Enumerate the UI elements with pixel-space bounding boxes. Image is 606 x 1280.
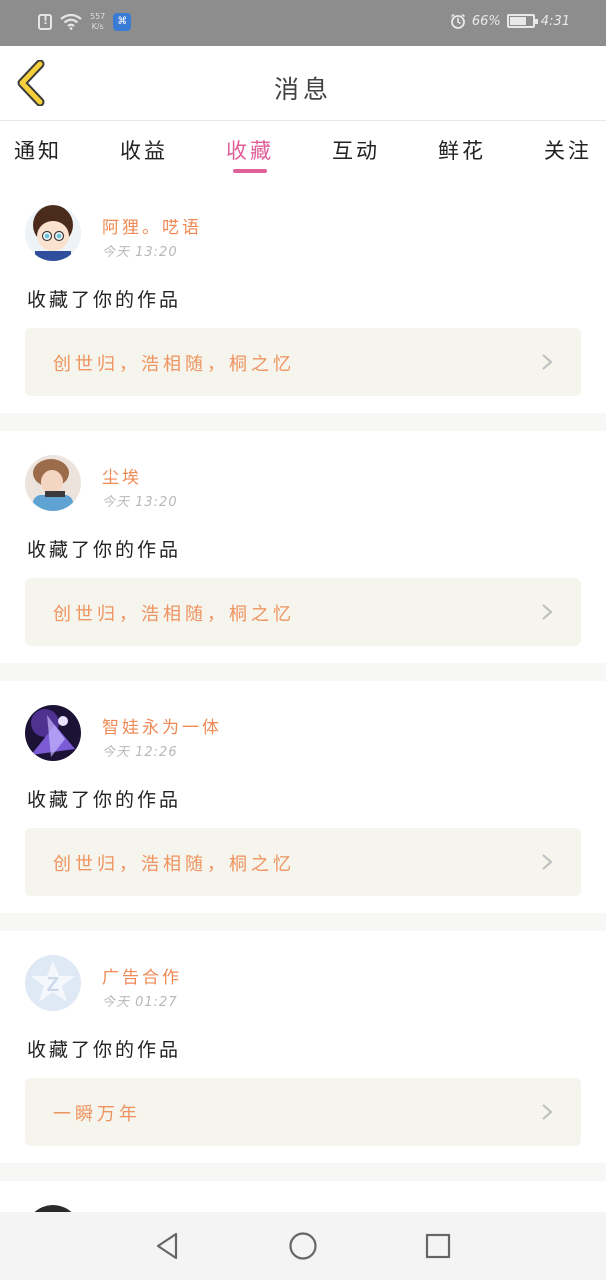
speed-value: 557 <box>90 12 106 21</box>
timestamp: 今天 12:26 <box>102 745 178 760</box>
action-text: 收藏了你的作品 <box>27 789 182 811</box>
work-title: 创世归，浩相随，桐之忆 <box>53 604 295 625</box>
work-title: 一瞬万年 <box>53 1104 141 1125</box>
battery-percent: 66% <box>471 13 501 29</box>
tab-interaction[interactable]: 互动 <box>332 121 380 181</box>
timestamp: 今天 01:27 <box>102 995 178 1010</box>
list-item: 阿狸。呓语 今天 13:20 收藏了你的作品 创世归，浩相随，桐之忆 <box>0 181 606 413</box>
work-link[interactable]: 创世归，浩相随，桐之忆 <box>25 328 581 396</box>
username[interactable]: 广告合作 <box>102 963 182 988</box>
clock-time: 4:31 <box>540 13 570 29</box>
tab-follow[interactable]: 关注 <box>544 121 592 181</box>
avatar[interactable] <box>25 705 81 761</box>
network-speed: 557 K/s <box>90 12 105 32</box>
app-notification-icon: ⌘ <box>113 13 132 31</box>
status-left: 557 K/s ⌘ <box>38 12 132 32</box>
action-text: 收藏了你的作品 <box>27 1039 182 1061</box>
chevron-right-icon <box>542 354 553 370</box>
username[interactable]: 尘埃 <box>102 463 142 488</box>
chevron-right-icon <box>542 854 553 870</box>
chevron-right-icon <box>542 604 553 620</box>
avatar[interactable] <box>25 205 81 261</box>
tab-notice[interactable]: 通知 <box>14 121 62 181</box>
svg-text:Z: Z <box>47 974 59 996</box>
battery-icon <box>506 14 538 28</box>
username[interactable]: 阿狸。呓语 <box>102 213 202 238</box>
timestamp: 今天 13:20 <box>102 495 178 510</box>
work-link[interactable]: 创世归，浩相随，桐之忆 <box>25 578 581 646</box>
status-right: 66% 4:31 <box>450 13 570 29</box>
square-recents-icon[interactable] <box>422 1230 454 1262</box>
alert-icon <box>38 14 52 30</box>
speed-unit: K/s <box>91 22 104 31</box>
action-text: 收藏了你的作品 <box>27 539 182 561</box>
work-link[interactable]: 创世归，浩相随，桐之忆 <box>25 828 581 896</box>
list-item: Z 广告合作 今天 01:27 收藏了你的作品 一瞬万年 <box>0 931 606 1163</box>
alarm-icon <box>450 13 465 29</box>
action-text: 收藏了你的作品 <box>27 289 182 311</box>
chevron-right-icon <box>542 1104 553 1120</box>
avatar[interactable] <box>25 455 81 511</box>
wifi-icon <box>60 14 82 30</box>
username[interactable]: 智娃永为一体 <box>102 713 222 738</box>
circle-home-icon[interactable] <box>287 1230 319 1262</box>
work-title: 创世归，浩相随，桐之忆 <box>53 354 295 375</box>
tab-earnings[interactable]: 收益 <box>120 121 168 181</box>
header: 消息 <box>0 46 606 121</box>
tab-flowers[interactable]: 鲜花 <box>438 121 486 181</box>
avatar[interactable]: Z <box>25 955 81 1011</box>
notification-list: 阿狸。呓语 今天 13:20 收藏了你的作品 创世归，浩相随，桐之忆 尘埃 今天… <box>0 181 606 1261</box>
system-nav-bar <box>0 1212 606 1280</box>
triangle-back-icon[interactable] <box>152 1230 184 1262</box>
work-link[interactable]: 一瞬万年 <box>25 1078 581 1146</box>
list-item: 智娃永为一体 今天 12:26 收藏了你的作品 创世归，浩相随，桐之忆 <box>0 681 606 913</box>
tab-favorites[interactable]: 收藏 <box>226 121 274 181</box>
page-title: 消息 <box>273 75 332 104</box>
work-title: 创世归，浩相随，桐之忆 <box>53 854 295 875</box>
timestamp: 今天 13:20 <box>102 245 178 260</box>
list-item: 尘埃 今天 13:20 收藏了你的作品 创世归，浩相随，桐之忆 <box>0 431 606 663</box>
tab-bar: 通知 收益 收藏 互动 鲜花 关注 <box>0 121 606 181</box>
status-bar: 557 K/s ⌘ 66% 4:31 <box>0 0 606 46</box>
